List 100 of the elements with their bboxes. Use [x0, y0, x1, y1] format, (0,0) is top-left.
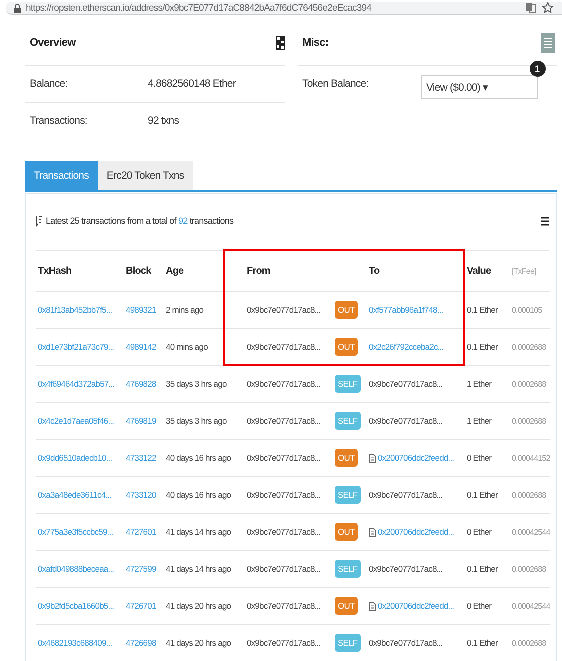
direction-badge: SELF [335, 486, 361, 504]
age-text: 40 days 16 hrs ago [166, 490, 232, 500]
block-link[interactable]: 4726701 [126, 601, 156, 611]
to-address: 0x9bc7e077d17ac8... [369, 490, 443, 500]
from-address: 0x9bc7e077d17ac8... [247, 453, 321, 463]
block-link[interactable]: 4733120 [126, 490, 156, 500]
to-address: 0x9bc7e077d17ac8... [369, 416, 443, 426]
value-text: 0.1 Ether [467, 638, 498, 648]
tx-hash-link[interactable]: 0x4682193c688409... [38, 638, 112, 648]
block-link[interactable]: 4733122 [126, 453, 156, 463]
sort-icon [36, 216, 42, 226]
value-text: 0.1 Ether [467, 305, 498, 315]
from-address: 0x9bc7e077d17ac8... [247, 416, 321, 426]
count-link[interactable]: 92 [178, 216, 188, 226]
qr-code-icon[interactable] [276, 36, 284, 50]
to-address: 0x9bc7e077d17ac8... [369, 379, 443, 389]
direction-badge: SELF [335, 412, 361, 430]
tx-hash-link[interactable]: 0xafd049888beceaa... [38, 564, 114, 574]
value-text: 0.1 Ether [467, 564, 498, 574]
value-text: 0 Ether [467, 527, 492, 537]
count-badge: 1 [530, 61, 546, 77]
block-link[interactable]: 4727601 [126, 527, 156, 537]
age-text: 2 mins ago [166, 305, 204, 315]
to-address-link[interactable]: 0x200706ddc2feedd... [378, 527, 454, 537]
direction-badge: OUT [335, 523, 358, 541]
block-link[interactable]: 4769828 [126, 379, 156, 389]
from-address: 0x9bc7e077d17ac8... [247, 379, 321, 389]
tx-hash-link[interactable]: 0x4c2e1d7aea05f46... [38, 416, 114, 426]
tab[interactable]: Erc20 Token Txns [98, 161, 194, 190]
fee-text: 0.0002688 [512, 380, 546, 388]
fee-text: 0.000105 [512, 306, 542, 314]
tx-hash-link[interactable]: 0x81f13ab452bb7f5... [38, 305, 112, 315]
tx-hash-link[interactable]: 0xa3a48ede3611c4... [38, 490, 112, 500]
fee-text: 0.00044152 [512, 454, 550, 462]
menu-icon[interactable] [541, 216, 549, 226]
fee-text: 0.00042544 [512, 528, 550, 536]
field-label: Transactions: [30, 115, 88, 127]
block-link[interactable]: 4769819 [126, 416, 156, 426]
from-address: 0x9bc7e077d17ac8... [247, 490, 321, 500]
to-address-link[interactable]: 0xf577abb96a1f748... [369, 305, 444, 315]
fee-text: 0.00042544 [512, 602, 550, 610]
to-address-link[interactable]: 0x200706ddc2feedd... [378, 453, 454, 463]
block-link[interactable]: 4989142 [126, 342, 156, 352]
field-value: 92 txns [148, 115, 180, 127]
direction-badge: SELF [335, 634, 361, 652]
list-icon-button[interactable] [541, 33, 555, 53]
direction-badge: OUT [335, 301, 358, 319]
age-text: 41 days 14 hrs ago [166, 527, 232, 537]
tab[interactable]: Transactions [25, 161, 98, 190]
block-link[interactable]: 4727599 [126, 564, 156, 574]
value-text: 1 Ether [467, 416, 492, 426]
tx-hash-link[interactable]: 0x9dd6510adecb10... [38, 453, 112, 463]
column-header: TxHash [38, 266, 72, 276]
value-text: 0.1 Ether [467, 490, 498, 500]
from-address: 0x9bc7e077d17ac8... [247, 638, 321, 648]
to-address: 0x9bc7e077d17ac8... [369, 564, 443, 574]
address-bar[interactable]: https://ropsten.etherscan.io/address/0x9bc7E077d17aC8842bAa7f6dC76456e2eEcac394 [6, 2, 562, 15]
age-text: 35 days 3 hrs ago [166, 416, 227, 426]
to-address-link[interactable]: 0x2c26f792cceba2c... [369, 342, 444, 352]
column-header: [TxFee] [512, 266, 536, 276]
from-address: 0x9bc7e077d17ac8... [247, 342, 321, 352]
field-label: Token Balance: [302, 78, 370, 90]
value-text: 0 Ether [467, 453, 492, 463]
direction-badge: OUT [335, 449, 358, 467]
fee-text: 0.0002688 [512, 416, 546, 426]
direction-badge: SELF [335, 375, 361, 393]
fee-text: 0.0002688 [512, 342, 546, 352]
fee-text: 0.0002688 [512, 638, 546, 648]
age-text: 35 days 3 hrs ago [166, 379, 227, 389]
tx-hash-link[interactable]: 0xd1e73bf21a73c79... [38, 342, 114, 352]
summary-text: Latest 25 transactions from a total of 92 transactions [46, 216, 235, 226]
from-address: 0x9bc7e077d17ac8... [247, 527, 321, 537]
field-label: Balance: [30, 78, 69, 90]
age-text: 41 days 20 hrs ago [166, 601, 232, 611]
fee-text: 0.0002688 [512, 564, 546, 574]
overview-title: Overview [30, 37, 76, 49]
from-address: 0x9bc7e077d17ac8... [247, 601, 321, 611]
tx-hash-link[interactable]: 0x9b2fd5cba1660b5... [38, 601, 114, 611]
from-address: 0x9bc7e077d17ac8... [247, 305, 321, 315]
star-icon[interactable] [542, 2, 554, 14]
value-text: 1 Ether [467, 379, 492, 389]
tx-hash-link[interactable]: 0x775a3e3f5ccbc59... [38, 527, 114, 537]
age-text: 41 days 20 hrs ago [166, 638, 232, 648]
from-address: 0x9bc7e077d17ac8... [247, 564, 321, 574]
block-link[interactable]: 4726698 [126, 638, 156, 648]
block-link[interactable]: 4989321 [126, 305, 156, 315]
token-dropdown[interactable]: View ($0.00) ▾ [420, 75, 538, 99]
column-header: Block [126, 266, 152, 276]
to-address-link[interactable]: 0x200706ddc2feedd... [378, 601, 454, 611]
direction-badge: SELF [335, 560, 361, 578]
value-text: 0.1 Ether [467, 342, 498, 352]
column-header: To [369, 266, 380, 276]
tx-hash-link[interactable]: 0x4f69464d372ab57... [38, 379, 115, 389]
field-value: 4.8682560148 Ether [148, 78, 236, 90]
misc-title: Misc: [302, 37, 329, 49]
age-text: 40 days 16 hrs ago [166, 453, 232, 463]
url-text: https://ropsten.etherscan.io/address/0x9bc7E077d17aC8842bAa7f6dC76456e2eEcac394 [26, 2, 373, 14]
column-header: Value [467, 266, 492, 276]
direction-badge: OUT [335, 597, 358, 615]
age-text: 40 mins ago [166, 342, 208, 352]
